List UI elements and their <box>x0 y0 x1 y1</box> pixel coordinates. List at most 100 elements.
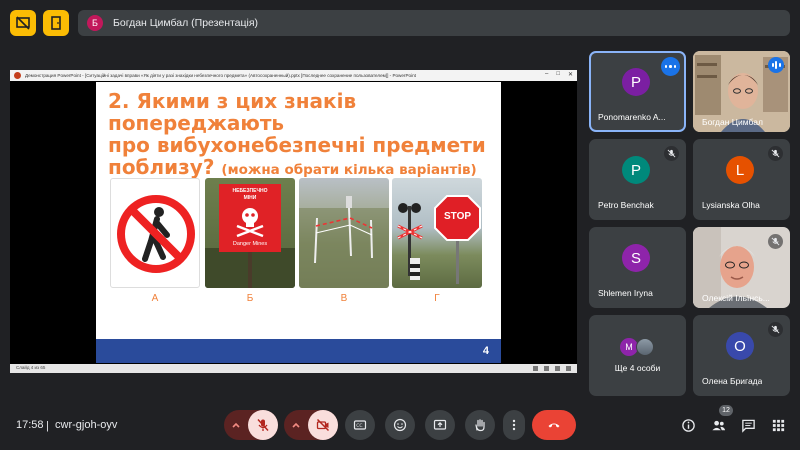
avatar: P <box>622 156 650 184</box>
speaking-indicator-icon <box>768 57 784 73</box>
participant-name: Ponomarenko A... <box>598 112 666 122</box>
participant-tile[interactable]: L Lysianska Olha <box>693 139 790 220</box>
presenter-label: Богдан Цимбал (Презентація) <box>113 17 259 29</box>
avatar: О <box>726 332 754 360</box>
mic-off-icon <box>768 322 783 337</box>
sign-a-label: А <box>151 293 159 304</box>
people-icon <box>711 420 725 430</box>
statusbar-icons <box>533 366 571 371</box>
chat-button[interactable] <box>740 417 756 433</box>
window-controls: – □ ✕ <box>545 71 573 78</box>
presenter-avatar: Б <box>87 15 103 31</box>
layout-button[interactable] <box>43 10 69 36</box>
sign-d-label: Г <box>434 293 440 304</box>
participant-name: Petro Benchak <box>598 200 654 210</box>
chevron-up-icon <box>292 422 300 428</box>
door-icon <box>51 16 61 30</box>
shared-screen: Демонстрация PowerPoint - [Ситуаційні за… <box>10 70 577 373</box>
camera-off-icon <box>316 418 330 432</box>
leave-call-button[interactable] <box>532 410 576 440</box>
svg-text:CC: CC <box>356 423 362 429</box>
sign-a-image <box>110 178 200 288</box>
mic-control-group <box>224 410 278 440</box>
close-icon: ✕ <box>567 72 573 78</box>
info-icon <box>681 418 695 432</box>
ppt-statusbar: Слайд 4 из 65 <box>10 364 577 373</box>
separator: | <box>46 420 49 432</box>
closed-captions-icon: CC <box>353 420 367 430</box>
question-line-1: 2. Якими з цих знаків попереджають <box>108 89 357 135</box>
raise-hand-button[interactable] <box>465 410 495 440</box>
people-count-badge: 12 <box>719 405 733 416</box>
presenter-chip[interactable]: Б Богдан Цимбал (Презентація) <box>78 10 790 36</box>
mic-off-icon <box>768 234 783 249</box>
meeting-details-button[interactable] <box>680 417 696 433</box>
avatar: L <box>726 156 754 184</box>
question-hint: (можна обрати кілька варіантів) <box>221 162 477 178</box>
reactions-button[interactable] <box>385 410 415 440</box>
participant-name: Богдан Цимбал <box>702 117 763 127</box>
question-line-3: поблизу? <box>108 155 215 179</box>
avatar: S <box>622 244 650 272</box>
mine-sign-bottom: Danger Mines <box>232 241 268 247</box>
participant-name: Олена Бригада <box>702 376 763 386</box>
sign-b-image: НЕБЕЗПЕЧНО МІНИ Danger Mines <box>205 178 295 288</box>
present-screen-icon <box>433 419 447 430</box>
mic-off-icon <box>664 146 679 161</box>
slide-footer: 4 <box>96 339 501 363</box>
present-now-button[interactable] <box>425 410 455 440</box>
camera-toggle-button[interactable] <box>308 410 338 440</box>
ppt-titlebar: Демонстрация PowerPoint - [Ситуаційні за… <box>10 70 577 81</box>
participant-name: Shlemen Iryna <box>598 288 653 298</box>
participant-tile[interactable]: Богдан Цимбал <box>693 51 790 132</box>
powerpoint-icon <box>14 72 21 79</box>
participant-tile[interactable]: О Олена Бригада <box>693 315 790 396</box>
slide-number: 4 <box>482 345 489 357</box>
sign-c-image <box>299 178 389 288</box>
chat-icon <box>741 419 755 433</box>
hide-presenter-button[interactable] <box>10 10 36 36</box>
participant-tile[interactable]: P Ponomarenko A... <box>589 51 686 132</box>
sign-b-label: Б <box>246 293 254 304</box>
audio-options-button[interactable] <box>224 410 248 440</box>
more-participants-tile[interactable]: M Ще 4 особи <box>589 315 686 396</box>
call-end-icon <box>548 423 560 428</box>
slide-counter: Слайд 4 из 65 <box>16 365 46 370</box>
maximize-icon: □ <box>556 71 560 77</box>
mic-toggle-button[interactable] <box>248 410 278 440</box>
sign-c-label: В <box>340 293 348 304</box>
participant-tile[interactable]: P Petro Benchak <box>589 139 686 220</box>
more-options-button[interactable] <box>503 410 525 440</box>
avatar: P <box>622 68 650 96</box>
avatar <box>636 338 654 356</box>
participant-name: Lysianska Olha <box>702 200 760 210</box>
video-options-button[interactable] <box>284 410 308 440</box>
mic-off-icon <box>768 146 783 161</box>
minimize-icon: – <box>545 71 549 77</box>
hand-icon <box>475 419 485 432</box>
slide: 2. Якими з цих знаків попереджають про в… <box>96 82 501 363</box>
emoji-icon <box>393 418 407 432</box>
more-participants-label: Ще 4 особи <box>614 363 661 373</box>
more-options-button[interactable] <box>661 57 680 76</box>
stop-sign-text: STOP <box>443 211 472 222</box>
mine-sign-top: НЕБЕЗПЕЧНО <box>232 188 268 194</box>
people-button[interactable] <box>710 417 726 433</box>
present-off-icon <box>16 16 30 30</box>
chevron-up-icon <box>232 422 240 428</box>
captions-button[interactable]: CC <box>345 410 375 440</box>
mine-sign-mid: МІНИ <box>243 195 257 201</box>
mic-off-icon <box>257 418 269 432</box>
ppt-window-title: Демонстрация PowerPoint - [Ситуаційні за… <box>25 73 416 78</box>
meeting-time: 17:58 <box>16 419 44 431</box>
sign-d-image: STOP <box>392 178 482 288</box>
participant-tile[interactable]: Олексій Ільїнсь... <box>693 227 790 308</box>
question-line-2: про вибухонебезпечні предмети <box>108 133 486 157</box>
camera-control-group <box>284 410 338 440</box>
apps-grid-icon <box>772 419 784 431</box>
meeting-code: cwr-gjoh-oyv <box>55 419 118 431</box>
more-vert-icon <box>512 419 516 431</box>
participant-name: Олексій Ільїнсь... <box>702 293 770 303</box>
activities-button[interactable] <box>770 417 786 433</box>
participant-tile[interactable]: S Shlemen Iryna <box>589 227 686 308</box>
